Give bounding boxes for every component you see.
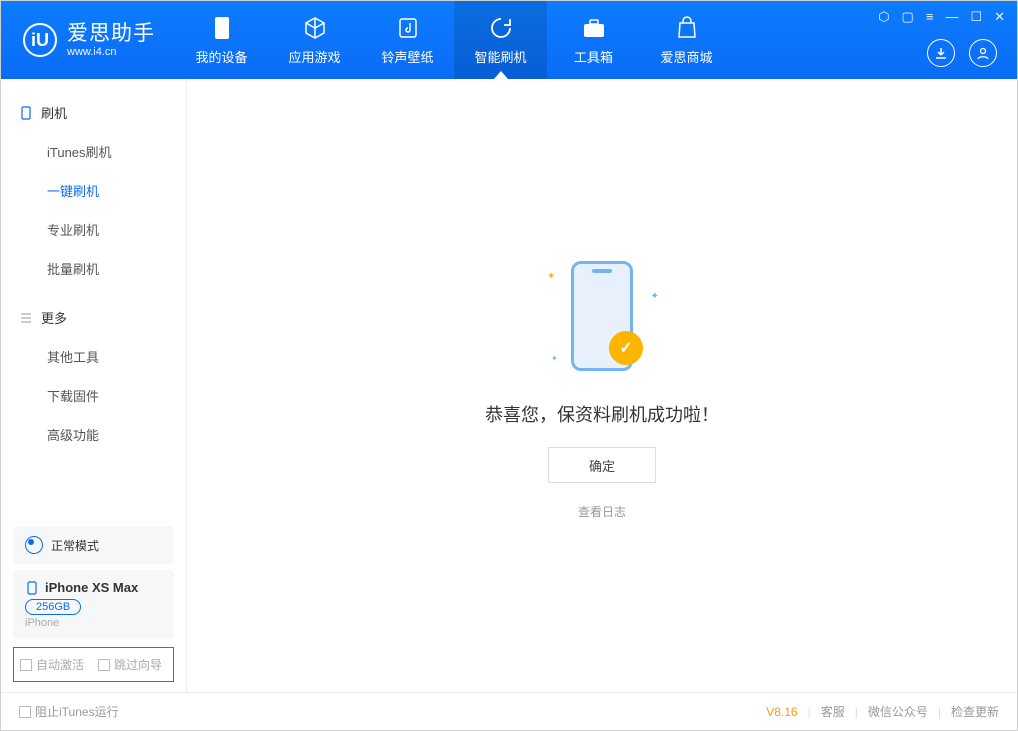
- main-content: ✦ ✦ ✦ ✓ 恭喜您，保资料刷机成功啦！ 确定 查看日志: [187, 79, 1017, 692]
- maximize-button[interactable]: ☐: [970, 9, 982, 25]
- link-update[interactable]: 检查更新: [951, 703, 999, 720]
- nav-store[interactable]: 爱思商城: [640, 1, 733, 79]
- bag-icon: [674, 15, 700, 41]
- storage-badge: 256GB: [25, 599, 81, 615]
- logo: iU 爱思助手 www.i4.cn: [1, 1, 175, 79]
- minimize-button[interactable]: —: [945, 9, 958, 25]
- cube-icon: [302, 15, 328, 41]
- sidebar-item-othertools[interactable]: 其他工具: [1, 337, 186, 376]
- device-icon: [19, 106, 33, 120]
- device-type: iPhone: [25, 617, 162, 629]
- section-flash: 刷机: [1, 93, 186, 132]
- nav-flash[interactable]: 智能刷机: [454, 1, 547, 79]
- download-icon[interactable]: [927, 39, 955, 67]
- sidebar-item-itunes[interactable]: iTunes刷机: [1, 132, 186, 171]
- section-more: 更多: [1, 298, 186, 337]
- view-log-link[interactable]: 查看日志: [578, 503, 626, 520]
- app-url: www.i4.cn: [67, 46, 155, 58]
- phone-small-icon: [25, 581, 39, 595]
- window-controls: ⬡ ▢ ≡ — ☐ ✕: [878, 9, 1005, 25]
- phone-icon: [209, 15, 235, 41]
- checkbox-auto-activate[interactable]: 自动激活: [20, 656, 84, 673]
- music-icon: [395, 15, 421, 41]
- toolbox-icon: [581, 15, 607, 41]
- success-message: 恭喜您，保资料刷机成功啦！: [485, 401, 719, 427]
- link-support[interactable]: 客服: [821, 703, 845, 720]
- checkbox-block-itunes[interactable]: 阻止iTunes运行: [19, 703, 119, 720]
- sidebar-item-batch[interactable]: 批量刷机: [1, 249, 186, 288]
- ok-button[interactable]: 确定: [548, 447, 656, 483]
- mode-card[interactable]: 正常模式: [13, 526, 174, 564]
- sidebar-item-firmware[interactable]: 下载固件: [1, 376, 186, 415]
- app-title: 爱思助手: [67, 22, 155, 45]
- mode-label: 正常模式: [51, 537, 99, 554]
- mode-icon: [25, 536, 43, 554]
- footer: 阻止iTunes运行 V8.16 | 客服 | 微信公众号 | 检查更新: [1, 692, 1017, 730]
- sidebar-item-advanced[interactable]: 高级功能: [1, 415, 186, 454]
- nav-toolbox[interactable]: 工具箱: [547, 1, 640, 79]
- success-illustration: ✦ ✦ ✦ ✓: [517, 251, 687, 381]
- list-icon: [19, 311, 33, 325]
- header-right: [927, 39, 997, 67]
- close-button[interactable]: ✕: [994, 9, 1005, 25]
- menu-icon[interactable]: ≡: [926, 9, 934, 25]
- nav-my-device[interactable]: 我的设备: [175, 1, 268, 79]
- bottom-options: 自动激活 跳过向导: [13, 647, 174, 682]
- checkbox-skip-guide[interactable]: 跳过向导: [98, 656, 162, 673]
- version-label: V8.16: [766, 705, 797, 719]
- sidebar: 刷机 iTunes刷机 一键刷机 专业刷机 批量刷机 更多 其他工具 下载固件 …: [1, 79, 187, 692]
- top-nav: 我的设备 应用游戏 铃声壁纸 智能刷机 工具箱 爱思商城: [175, 1, 733, 79]
- nav-ringtones[interactable]: 铃声壁纸: [361, 1, 454, 79]
- shirt-icon[interactable]: ⬡: [878, 9, 889, 25]
- sidebar-item-pro[interactable]: 专业刷机: [1, 210, 186, 249]
- titlebar: iU 爱思助手 www.i4.cn 我的设备 应用游戏 铃声壁纸 智能刷机 工具…: [1, 1, 1017, 79]
- link-wechat[interactable]: 微信公众号: [868, 703, 928, 720]
- device-card[interactable]: iPhone XS Max 256GB iPhone: [13, 570, 174, 639]
- refresh-icon: [488, 15, 514, 41]
- sidebar-item-oneclick[interactable]: 一键刷机: [1, 171, 186, 210]
- nav-apps[interactable]: 应用游戏: [268, 1, 361, 79]
- logo-icon: iU: [23, 23, 57, 57]
- check-icon: ✓: [609, 331, 643, 365]
- user-icon[interactable]: [969, 39, 997, 67]
- lock-icon[interactable]: ▢: [902, 9, 914, 25]
